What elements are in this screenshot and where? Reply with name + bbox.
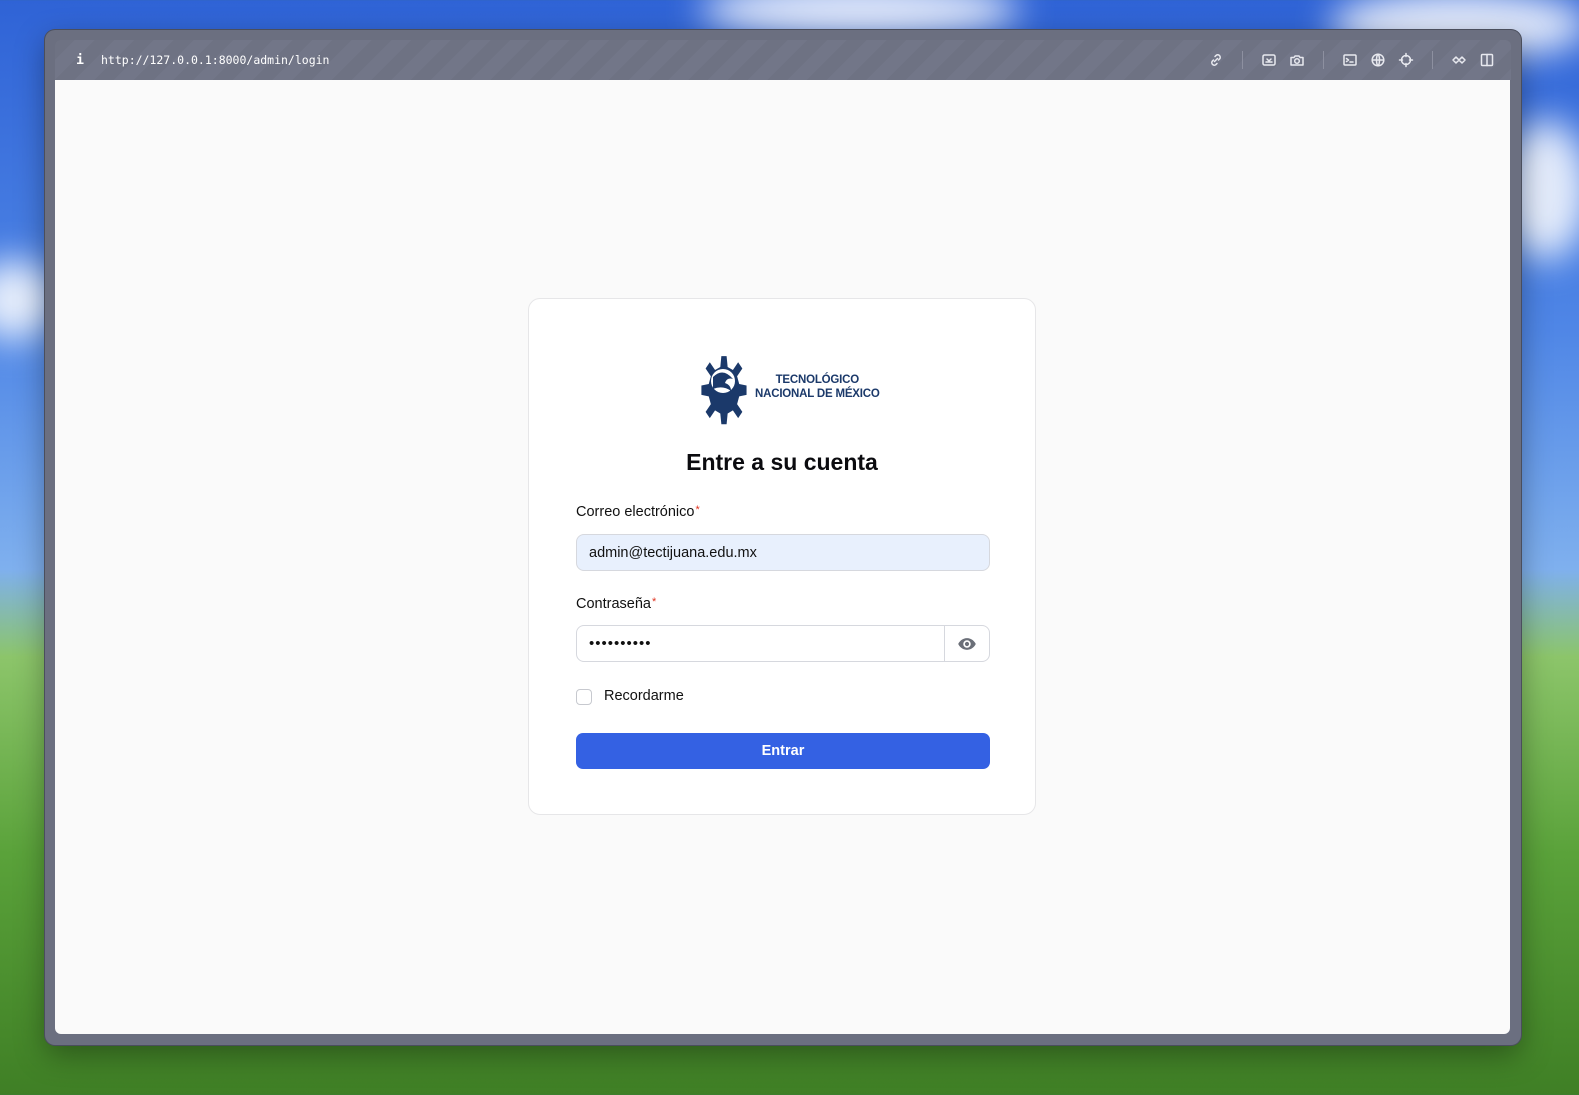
- email-field[interactable]: admin@tectijuana.edu.mx: [576, 534, 990, 571]
- show-password-button[interactable]: [944, 626, 989, 661]
- info-icon[interactable]: i: [73, 53, 87, 68]
- password-field[interactable]: ••••••••••: [577, 635, 944, 652]
- email-label-text: Correo electrónico: [576, 504, 695, 520]
- extensions-icon[interactable]: [1449, 50, 1469, 70]
- toolbar-divider: [1242, 51, 1243, 69]
- logo-line-2: NACIONAL DE MÉXICO: [755, 388, 880, 400]
- password-label-text: Contraseña: [576, 596, 651, 612]
- required-mark: *: [651, 596, 657, 608]
- required-mark: *: [695, 504, 700, 516]
- browser-window: i http://127.0.0.1:8000/admin/login TECN…: [45, 30, 1521, 1045]
- eye-icon: [958, 637, 976, 650]
- logo-text: TECNOLÓGICO NACIONAL DE MÉXICO: [755, 373, 880, 401]
- crosshair-icon[interactable]: [1396, 50, 1416, 70]
- link-icon[interactable]: [1206, 50, 1226, 70]
- screen-capture-icon[interactable]: [1259, 50, 1279, 70]
- email-label: Correo electrónico*: [576, 504, 700, 520]
- toolbar-divider: [1323, 51, 1324, 69]
- login-card: TECNOLÓGICO NACIONAL DE MÉXICO Entre a s…: [528, 298, 1036, 815]
- toolbar-divider: [1432, 51, 1433, 69]
- page-viewport: TECNOLÓGICO NACIONAL DE MÉXICO Entre a s…: [55, 80, 1510, 1034]
- remember-checkbox[interactable]: [576, 689, 592, 705]
- page-title: Entre a su cuenta: [686, 449, 878, 475]
- remember-label[interactable]: Recordarme: [604, 688, 684, 704]
- password-field-wrapper: ••••••••••: [576, 625, 990, 662]
- toolbar-actions: [1198, 50, 1497, 70]
- tecnm-logo: TECNOLÓGICO NACIONAL DE MÉXICO: [695, 347, 880, 427]
- split-view-icon[interactable]: [1477, 50, 1497, 70]
- gear-eagle-icon: [701, 356, 747, 425]
- email-value: admin@tectijuana.edu.mx: [589, 544, 757, 561]
- terminal-icon[interactable]: [1340, 50, 1360, 70]
- password-label: Contraseña*: [576, 596, 656, 612]
- globe-icon[interactable]: [1368, 50, 1388, 70]
- logo-line-1: TECNOLÓGICO: [775, 374, 860, 386]
- submit-button[interactable]: Entrar: [576, 733, 990, 769]
- camera-icon[interactable]: [1287, 50, 1307, 70]
- browser-toolbar: i http://127.0.0.1:8000/admin/login: [55, 40, 1511, 80]
- address-bar[interactable]: http://127.0.0.1:8000/admin/login: [101, 53, 329, 67]
